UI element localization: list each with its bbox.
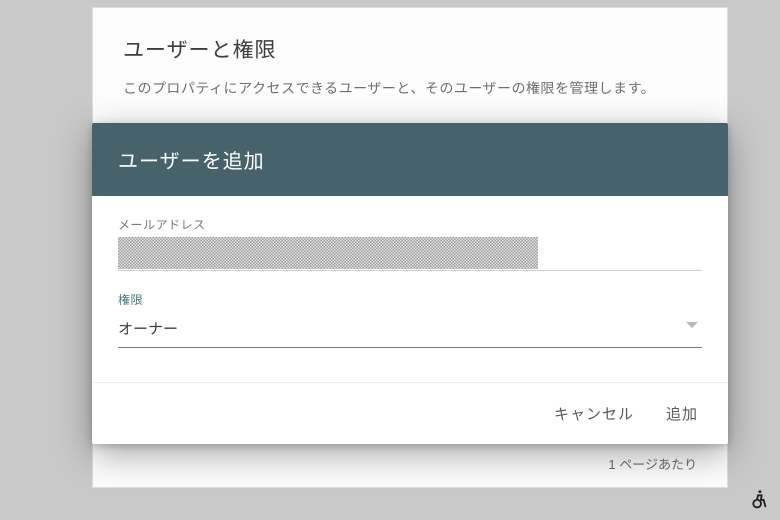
add-user-dialog: ユーザーを追加 メールアドレス 権限 オーナー キャンセル 追加 <box>92 123 728 444</box>
email-label: メールアドレス <box>118 216 702 233</box>
pagination-label: 1 ページあたり <box>608 454 697 473</box>
chevron-down-icon <box>686 322 698 328</box>
card-subtitle: このプロパティにアクセスできるユーザーと、そのユーザーの権限を管理します。 <box>123 78 697 98</box>
dialog-actions: キャンセル 追加 <box>92 383 728 444</box>
permission-value: オーナー <box>118 321 178 338</box>
card-title: ユーザーと権限 <box>123 34 697 64</box>
permission-select[interactable]: オーナー <box>118 312 702 348</box>
dialog-body: メールアドレス 権限 オーナー <box>92 196 728 362</box>
email-input[interactable] <box>118 237 702 270</box>
permission-label: 権限 <box>118 291 702 308</box>
accessibility-icon[interactable] <box>748 488 770 510</box>
submit-button[interactable]: 追加 <box>664 399 700 428</box>
dialog-title: ユーザーを追加 <box>92 123 728 196</box>
cancel-button[interactable]: キャンセル <box>552 399 636 428</box>
email-field-wrapper <box>118 237 702 271</box>
